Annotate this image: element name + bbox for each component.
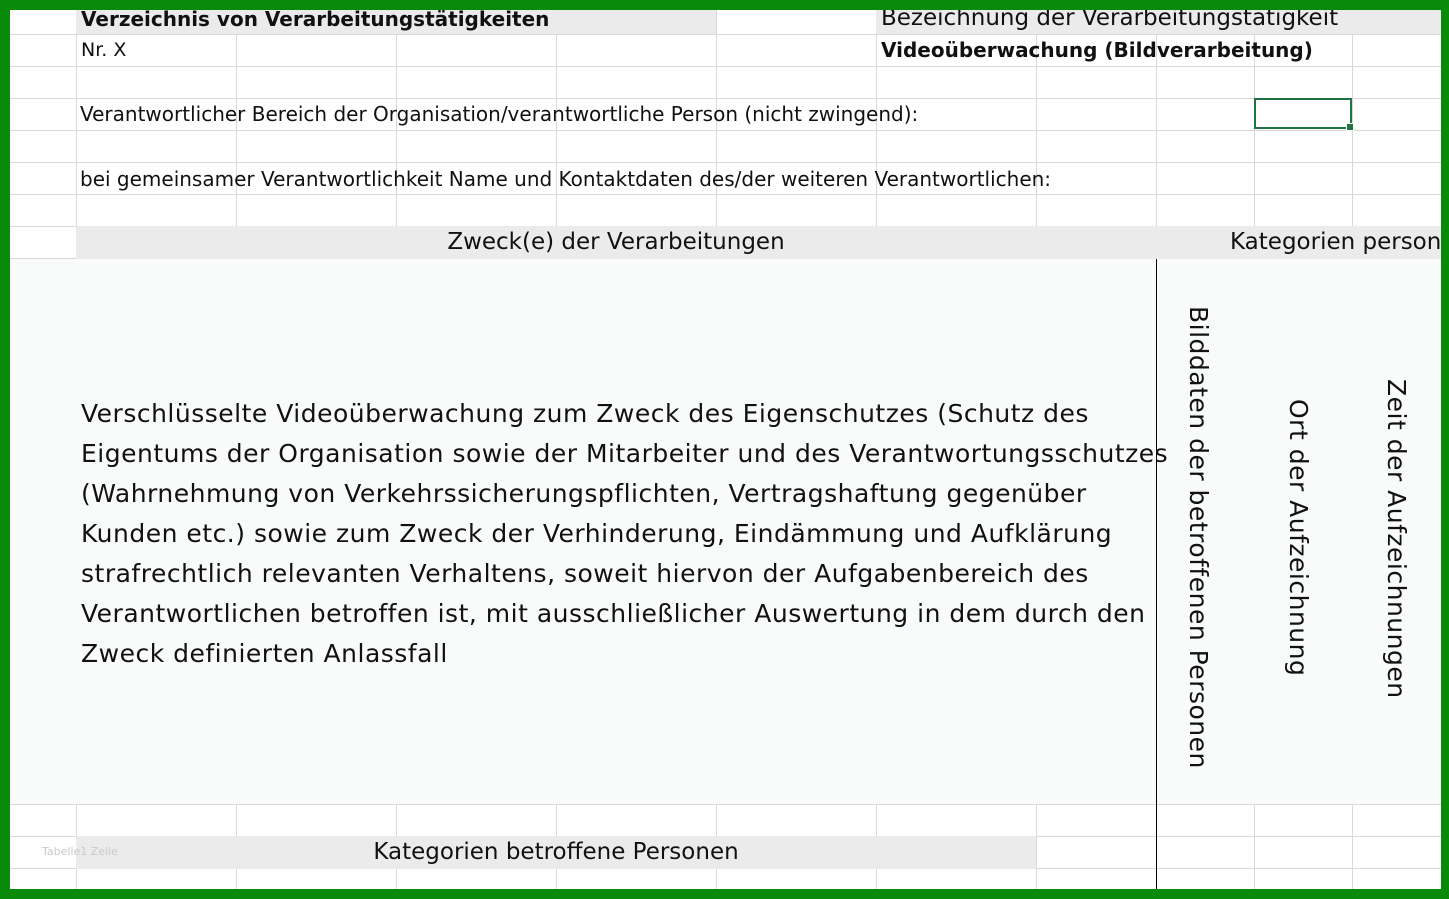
- activity-name[interactable]: Videoüberwachung (Bildverarbeitung): [881, 38, 1313, 62]
- row-line: [10, 66, 1441, 67]
- responsible-area-label[interactable]: Verantwortlicher Bereich der Organisatio…: [80, 102, 918, 126]
- vertical-label-time[interactable]: Zeit der Aufzeichnungen: [1382, 379, 1411, 699]
- affected-persons-header[interactable]: Kategorien betroffene Personen: [76, 839, 1036, 865]
- categories-header[interactable]: Kategorien person: [1230, 229, 1441, 255]
- joint-responsibility-label[interactable]: bei gemeinsamer Verantwortlichkeit Name …: [80, 167, 1051, 191]
- row-line: [10, 130, 1441, 131]
- sheet-tab-label[interactable]: Tabelle1 Zeile: [42, 845, 118, 858]
- purpose-line: Verantwortlichen betroffen ist, mit auss…: [81, 599, 1146, 628]
- purpose-line: Zweck definierten Anlassfall: [81, 639, 448, 668]
- activity-label[interactable]: Bezeichnung der Verarbeitungstätigkeit: [881, 10, 1338, 31]
- purpose-line: strafrechtlich relevanten Verhaltens, so…: [81, 559, 1089, 588]
- register-title[interactable]: Verzeichnis von Verarbeitungstätigkeiten: [81, 10, 549, 31]
- row-line: [10, 98, 1441, 99]
- purpose-text: Verschlüsselte Videoüberwachung zum Zwec…: [81, 394, 1168, 674]
- purpose-line: Verschlüsselte Videoüberwachung zum Zwec…: [81, 399, 1089, 428]
- register-number[interactable]: Nr. X: [81, 39, 126, 61]
- row-line: [10, 34, 1441, 35]
- row-line: [10, 194, 1441, 195]
- purpose-line: Kunden etc.) sowie zum Zweck der Verhind…: [81, 519, 1113, 548]
- purpose-line: (Wahrnehmung von Verkehrssicherungspflic…: [81, 479, 1087, 508]
- row-line: [10, 162, 1441, 163]
- purpose-line: Eigentums der Organisation sowie der Mit…: [81, 439, 1169, 468]
- vertical-label-image-data[interactable]: Bilddaten der betroffenen Personen: [1184, 306, 1213, 769]
- row-line: [10, 804, 1441, 805]
- spreadsheet-sheet: Verzeichnis von Verarbeitungstätigkeiten…: [10, 10, 1441, 889]
- active-cell[interactable]: [1254, 98, 1354, 131]
- column-line: [1036, 804, 1037, 889]
- vertical-label-location[interactable]: Ort der Aufzeichnung: [1284, 399, 1313, 676]
- fill-handle[interactable]: [1346, 123, 1354, 131]
- purpose-header[interactable]: Zweck(e) der Verarbeitungen: [76, 229, 1156, 255]
